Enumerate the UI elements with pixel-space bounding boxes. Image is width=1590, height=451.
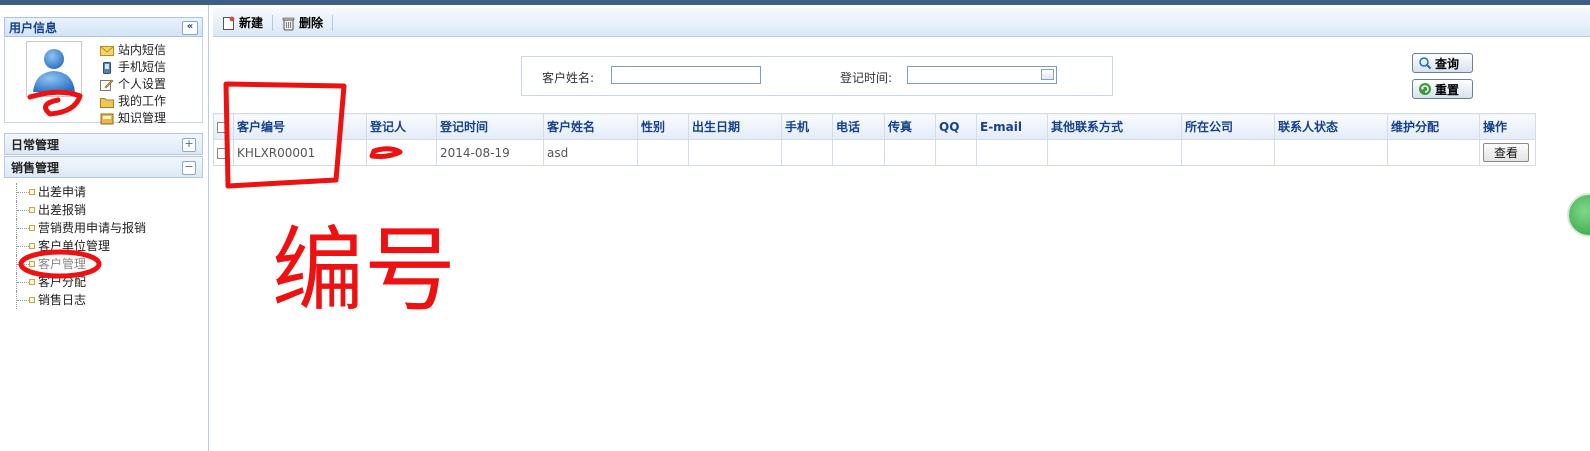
table-cell [935, 139, 977, 166]
table-cell [1181, 139, 1275, 166]
tree-bullet-icon [29, 279, 35, 285]
row-checkbox[interactable] [217, 147, 228, 159]
register-time-label: 登记时间: [840, 71, 893, 85]
menu-item-travel-request[interactable]: 出差申请 [12, 183, 146, 201]
folder-work-icon [100, 97, 114, 108]
menu-item-customer-unit[interactable]: 客户单位管理 [12, 237, 146, 255]
avatar [26, 41, 82, 97]
column-header[interactable]: 客户编号 [233, 113, 367, 140]
column-header[interactable]: 联系人状态 [1274, 113, 1388, 140]
quick-link-settings[interactable]: 个人设置 [100, 76, 166, 93]
table-cell: 2014-08-19 [436, 139, 544, 166]
collapse-icon[interactable]: − [182, 161, 196, 175]
magnifier-icon [1419, 57, 1432, 70]
column-header[interactable]: 传真 [884, 113, 936, 140]
row-select-cell [213, 139, 234, 166]
column-header[interactable]: 所在公司 [1181, 113, 1275, 140]
table-cell [366, 139, 437, 166]
collapse-sidebar-button[interactable]: « [182, 21, 198, 35]
column-header[interactable]: 其他联系方式 [1047, 113, 1182, 140]
reset-button[interactable]: 重置 [1412, 79, 1473, 99]
quick-link-sms[interactable]: 手机短信 [100, 59, 166, 76]
tree-bullet-icon [29, 261, 35, 267]
column-header[interactable]: 出生日期 [688, 113, 782, 140]
table-cell [1047, 139, 1182, 166]
menu-item-travel-reimbursement[interactable]: 出差报销 [12, 201, 146, 219]
table-cell [1387, 139, 1480, 166]
column-header[interactable]: 操作 [1479, 113, 1536, 140]
table-cell [976, 139, 1048, 166]
search-form: 客户姓名: 登记时间: [521, 56, 1113, 96]
column-header[interactable]: QQ [935, 113, 977, 140]
toolbar-separator [272, 15, 273, 31]
table-cell [637, 139, 689, 166]
column-header[interactable]: E-mail [976, 113, 1048, 140]
user-info-title: 用户信息 [9, 21, 58, 35]
left-sidebar: 用户信息 « 站内短信 手机短信 个人设置 我的工作 知识管理 日常管理 + 销… [0, 5, 209, 451]
sales-menu-tree: 出差申请 出差报销 营销费用申请与报销 客户单位管理 客户管理 客户分配 销售日… [12, 183, 146, 309]
column-header[interactable]: 登记时间 [436, 113, 544, 140]
section-sales-management[interactable]: 销售管理 − [4, 156, 203, 178]
action-cell: 查看 [1479, 139, 1536, 166]
select-all-checkbox[interactable] [217, 121, 228, 133]
toolbar: 新建 删除 [213, 8, 1590, 37]
select-all-cell [213, 113, 234, 140]
quick-links: 站内短信 手机短信 个人设置 我的工作 知识管理 [100, 42, 166, 127]
column-header[interactable]: 性别 [637, 113, 689, 140]
tree-bullet-icon [29, 189, 35, 195]
customer-name-label: 客户姓名: [542, 71, 595, 85]
view-button[interactable]: 查看 [1483, 143, 1529, 162]
customer-name-input[interactable] [611, 66, 761, 84]
tree-bullet-icon [29, 297, 35, 303]
menu-item-marketing-expense[interactable]: 营销费用申请与报销 [12, 219, 146, 237]
envelope-icon [100, 45, 114, 56]
query-button[interactable]: 查询 [1412, 53, 1473, 73]
edit-settings-icon [100, 79, 114, 91]
column-header[interactable]: 手机 [781, 113, 833, 140]
table-row[interactable]: KHLXR00001 2014-08-19 asd 查看 [213, 139, 1536, 166]
quick-link-knowledge[interactable]: 知识管理 [100, 110, 166, 127]
table-cell [832, 139, 885, 166]
column-header[interactable]: 电话 [832, 113, 885, 140]
trash-icon [282, 17, 295, 30]
delete-button[interactable]: 删除 [281, 14, 323, 32]
tree-bullet-icon [29, 207, 35, 213]
column-header[interactable]: 维护分配 [1387, 113, 1480, 140]
user-info-panel-title: 用户信息 « [4, 17, 203, 37]
menu-item-customer-management[interactable]: 客户管理 [12, 255, 146, 273]
user-avatar-icon [33, 49, 75, 92]
mobile-phone-icon [103, 61, 111, 74]
menu-item-sales-log[interactable]: 销售日志 [12, 291, 146, 309]
toolbar-separator [332, 15, 333, 31]
customer-table: 客户编号 登记人 登记时间 客户姓名 性别 出生日期 手机 电话 传真 QQ E… [213, 113, 1536, 166]
column-header[interactable]: 客户姓名 [543, 113, 638, 140]
table-cell [781, 139, 833, 166]
new-document-icon [223, 16, 235, 30]
quick-link-messages[interactable]: 站内短信 [100, 42, 166, 59]
column-header[interactable]: 登记人 [366, 113, 437, 140]
expand-icon[interactable]: + [182, 138, 196, 152]
table-header-row: 客户编号 登记人 登记时间 客户姓名 性别 出生日期 手机 电话 传真 QQ E… [213, 113, 1536, 140]
main-content: 新建 删除 客户姓名: 登记时间: 查询 重置 客户编号 登记人 登记时间 客户… [209, 5, 1590, 451]
table-cell [884, 139, 936, 166]
new-button[interactable]: 新建 [221, 14, 263, 32]
menu-item-customer-assignment[interactable]: 客户分配 [12, 273, 146, 291]
table-cell: asd [543, 139, 638, 166]
tree-bullet-icon [29, 225, 35, 231]
register-time-input[interactable] [907, 66, 1057, 84]
refresh-icon [1419, 83, 1431, 95]
quick-link-my-work[interactable]: 我的工作 [100, 93, 166, 110]
section-daily-management[interactable]: 日常管理 + [4, 133, 203, 155]
table-cell [688, 139, 782, 166]
calendar-icon[interactable] [1041, 69, 1054, 80]
tree-bullet-icon [29, 243, 35, 249]
knowledge-book-icon [100, 113, 114, 124]
table-cell: KHLXR00001 [233, 139, 367, 166]
table-cell [1274, 139, 1388, 166]
